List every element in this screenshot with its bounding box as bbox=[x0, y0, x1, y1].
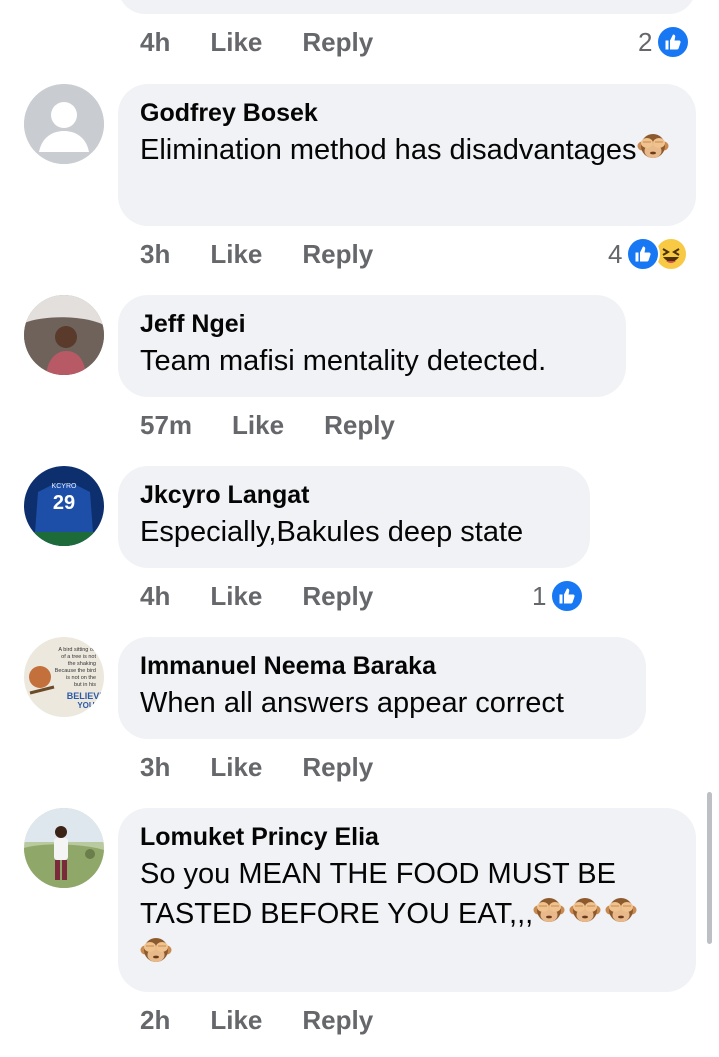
comment-text: When all answers appear correct bbox=[140, 687, 564, 719]
svg-text:A bird sitting on: A bird sitting on bbox=[58, 647, 96, 653]
profile-photo-icon bbox=[24, 295, 104, 375]
comment-text: Elimination method has disadvantages bbox=[140, 130, 674, 170]
like-button[interactable]: Like bbox=[210, 27, 262, 58]
like-button[interactable]: Like bbox=[210, 581, 262, 612]
comment-time: 3h bbox=[140, 238, 171, 269]
avatar[interactable] bbox=[24, 295, 104, 375]
comment-actions: 4h Like Reply bbox=[140, 576, 373, 616]
svg-text:but in his: but in his bbox=[74, 682, 96, 688]
avatar[interactable]: KCYRO 29 bbox=[24, 466, 104, 546]
poster-photo-icon: A bird sitting on of a tree is not the s… bbox=[24, 637, 104, 717]
reply-button[interactable]: Reply bbox=[302, 27, 373, 58]
comment-bubble: Jkcyro Langat Especially,Bakules deep st… bbox=[118, 466, 590, 568]
comment-time: 2h bbox=[140, 1004, 171, 1035]
comment-text: Especially,Bakules deep state bbox=[140, 516, 524, 548]
like-icon bbox=[550, 579, 585, 613]
jersey-number-label: 29 bbox=[53, 492, 75, 514]
like-button[interactable]: Like bbox=[210, 239, 262, 270]
reaction-count: 2 bbox=[638, 26, 653, 57]
comment-author[interactable]: Immanuel Neema Baraka bbox=[140, 649, 624, 683]
comment-time: 3h bbox=[140, 751, 171, 782]
comment-actions: 57m Like Reply bbox=[140, 405, 395, 445]
reaction-summary[interactable]: 2 bbox=[638, 22, 691, 62]
reaction-summary[interactable]: 1 bbox=[532, 576, 585, 616]
reaction-summary[interactable]: 4 bbox=[608, 234, 689, 274]
comment-text: So you MEAN THE FOOD MUST BE TASTED BEFO… bbox=[140, 854, 674, 974]
avatar[interactable] bbox=[24, 84, 104, 164]
avatar[interactable] bbox=[24, 808, 104, 888]
jersey-name-label: KCYRO bbox=[52, 483, 77, 490]
svg-text:of a tree is not: of a tree is not bbox=[61, 654, 96, 660]
comment-time: 4h bbox=[140, 26, 171, 57]
reply-button[interactable]: Reply bbox=[302, 239, 373, 270]
reply-button[interactable]: Reply bbox=[324, 410, 395, 441]
profile-photo-icon bbox=[24, 808, 104, 888]
reply-button[interactable]: Reply bbox=[302, 1005, 373, 1036]
comment-author[interactable]: Jeff Ngei bbox=[140, 307, 604, 341]
comment-actions: 4h Like Reply bbox=[140, 22, 373, 62]
see-no-evil-monkey-icon bbox=[605, 895, 637, 927]
comment-bubble: Lomuket Princy Elia So you MEAN THE FOOD… bbox=[118, 808, 696, 992]
comment-bubble-partial bbox=[118, 0, 696, 14]
like-icon bbox=[656, 25, 691, 59]
reply-button[interactable]: Reply bbox=[302, 752, 373, 783]
like-icon bbox=[626, 237, 661, 271]
like-button[interactable]: Like bbox=[232, 410, 284, 441]
scrollbar[interactable] bbox=[707, 792, 712, 944]
comment-actions: 3h Like Reply bbox=[140, 747, 373, 787]
like-button[interactable]: Like bbox=[210, 1005, 262, 1036]
comment-actions: 2h Like Reply bbox=[140, 1000, 373, 1040]
see-no-evil-monkey-icon bbox=[637, 131, 669, 163]
comment-bubble: Jeff Ngei Team mafisi mentality detected… bbox=[118, 295, 626, 397]
svg-text:BELIEVE: BELIEVE bbox=[67, 691, 104, 701]
reaction-count: 1 bbox=[532, 580, 547, 611]
comment-bubble: Immanuel Neema Baraka When all answers a… bbox=[118, 637, 646, 739]
see-no-evil-monkey-icon bbox=[140, 935, 172, 967]
default-avatar-icon bbox=[24, 84, 104, 164]
jersey-photo-icon: KCYRO 29 bbox=[24, 466, 104, 546]
like-button[interactable]: Like bbox=[210, 752, 262, 783]
comment-time: 4h bbox=[140, 580, 171, 611]
comment-text: Team mafisi mentality detected. bbox=[140, 345, 547, 377]
comment-author[interactable]: Godfrey Bosek bbox=[140, 96, 674, 130]
see-no-evil-monkey-icon bbox=[533, 895, 565, 927]
svg-text:Because the bird: Because the bird bbox=[55, 668, 96, 674]
svg-text:the shaking: the shaking bbox=[68, 661, 96, 667]
svg-text:YOU: YOU bbox=[77, 701, 95, 710]
comment-time: 57m bbox=[140, 409, 193, 440]
comment-author[interactable]: Jkcyro Langat bbox=[140, 478, 568, 512]
avatar[interactable]: A bird sitting on of a tree is not the s… bbox=[24, 637, 104, 717]
svg-text:is not on the: is not on the bbox=[66, 675, 96, 681]
reply-button[interactable]: Reply bbox=[302, 581, 373, 612]
comment-author[interactable]: Lomuket Princy Elia bbox=[140, 820, 674, 854]
comment-actions: 3h Like Reply bbox=[140, 234, 373, 274]
see-no-evil-monkey-icon bbox=[569, 895, 601, 927]
comment-bubble: Godfrey Bosek Elimination method has dis… bbox=[118, 84, 696, 226]
reaction-count: 4 bbox=[608, 238, 623, 269]
